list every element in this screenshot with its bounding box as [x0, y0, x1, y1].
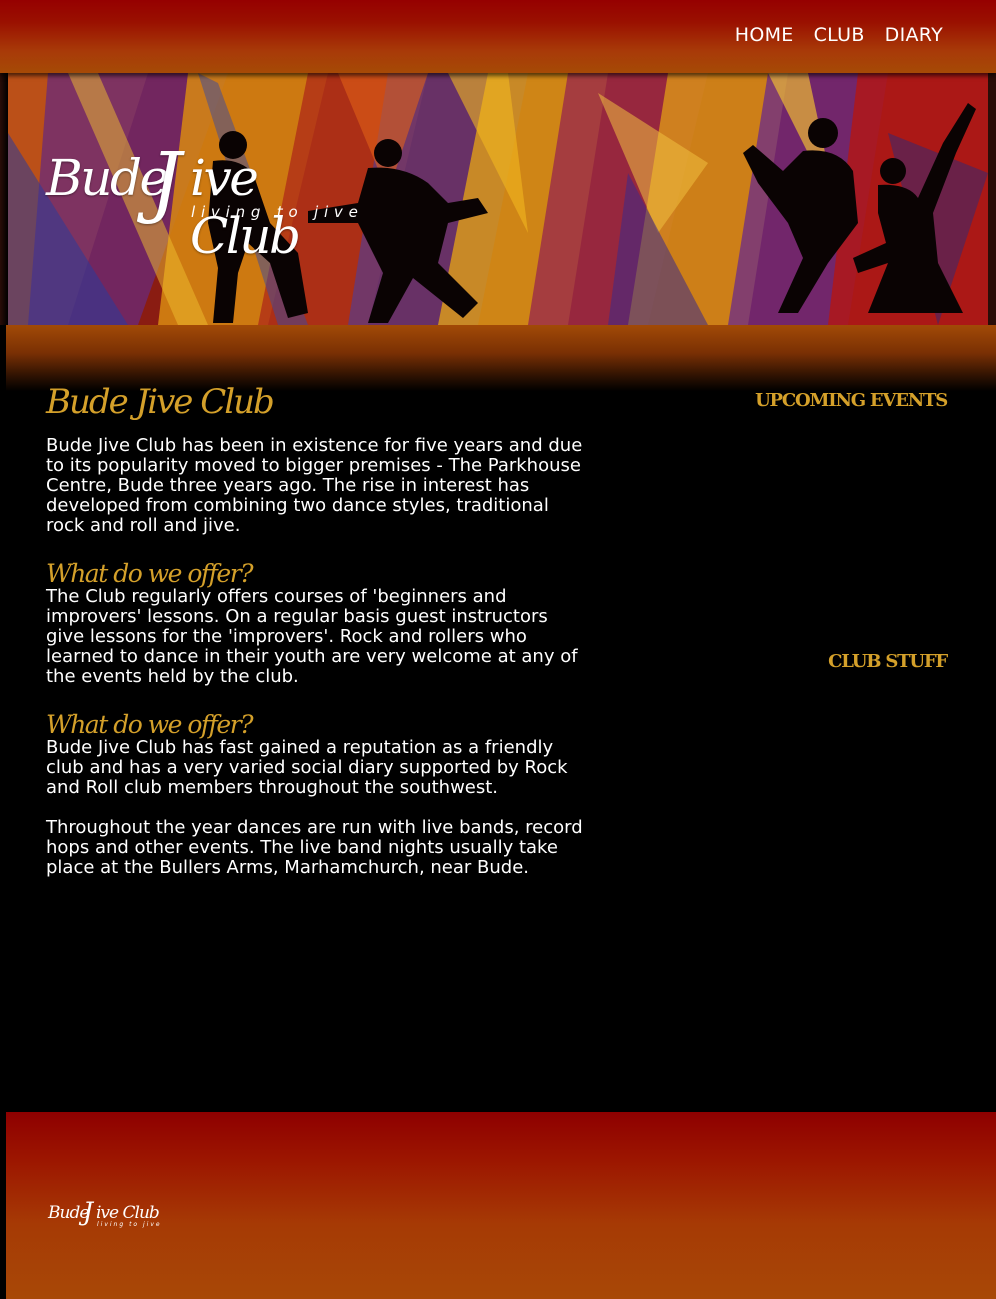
logo-letter-j: J [150, 137, 182, 227]
main-article: Bude Jive Club Bude Jive Club has been i… [46, 380, 586, 878]
footer-logo[interactable]: Bude J ive Club living to jive [48, 1197, 168, 1230]
footer-logo-tagline: living to jive [97, 1221, 162, 1228]
site-logo[interactable]: Bude J ive Club living to jive [46, 137, 376, 265]
logo-word-bude: Bude [46, 149, 169, 207]
section-heading-offer-2: What do we offer? [46, 710, 254, 739]
footer-logo-word-jive-club: ive Club [96, 1203, 160, 1223]
page-title: Bude Jive Club [46, 382, 275, 422]
upcoming-events-heading: UPCOMING EVENTS [755, 390, 948, 411]
footer-logo-letter-j: J [83, 1197, 94, 1226]
nav-home-link[interactable]: HOME [735, 24, 794, 46]
top-nav-bar: HOME CLUB DIARY [0, 0, 996, 73]
intro-paragraph: Bude Jive Club has been in existence for… [46, 435, 583, 536]
club-stuff-heading: CLUB STUFF [828, 651, 948, 672]
section-paragraph: Throughout the year dances are run with … [46, 817, 583, 878]
nav-club-link[interactable]: CLUB [814, 24, 865, 46]
logo-tagline: living to jive [191, 203, 364, 221]
nav-diary-link[interactable]: DIARY [885, 24, 943, 46]
section-paragraph: The Club regularly offers courses of 'be… [46, 586, 578, 687]
main-nav: HOME CLUB DIARY [735, 24, 943, 46]
section-paragraph: Bude Jive Club has fast gained a reputat… [46, 737, 568, 798]
section-heading-offer-1: What do we offer? [46, 559, 254, 588]
